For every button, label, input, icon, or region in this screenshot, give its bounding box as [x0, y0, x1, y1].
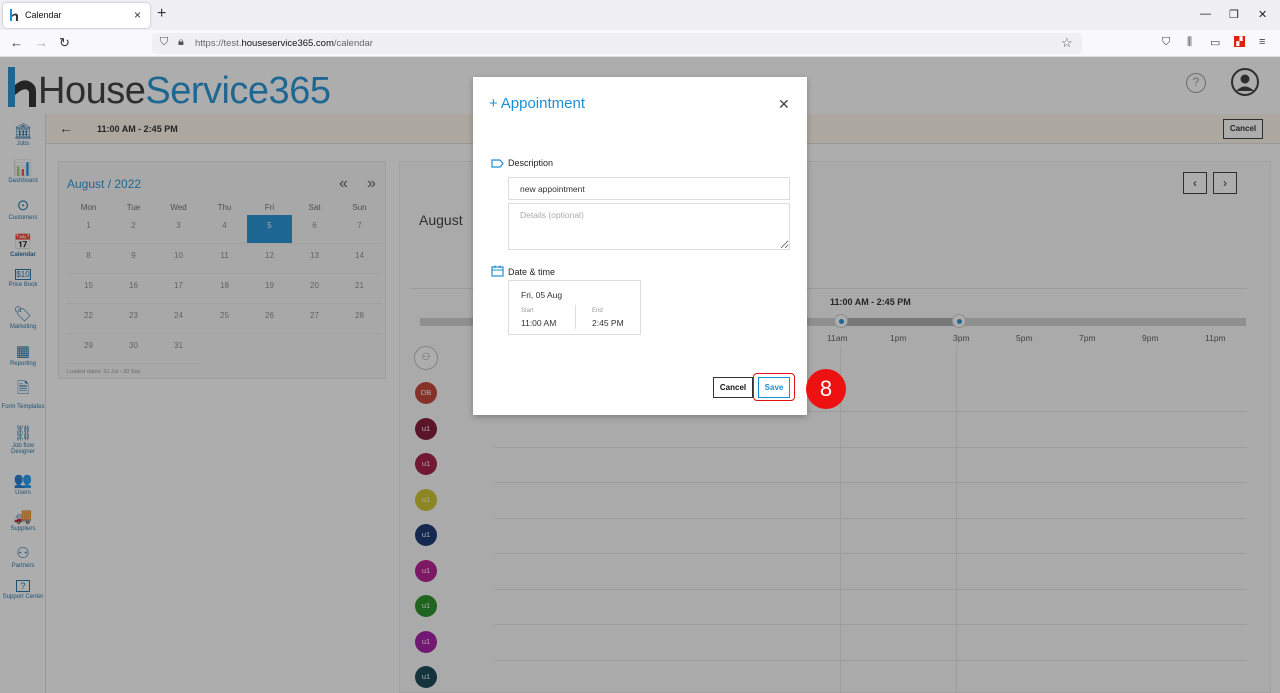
- plus-icon: +: [489, 95, 498, 112]
- description-input[interactable]: [508, 177, 790, 200]
- url-bar[interactable]: ⛉ 🔒︎ https://test.houseservice365.com/ca…: [152, 33, 1082, 54]
- browser-tab[interactable]: Calendar ×: [3, 3, 150, 28]
- minimize-icon[interactable]: —: [1200, 8, 1211, 20]
- tag-icon: [491, 159, 504, 168]
- datetime-label: Date & time: [508, 267, 556, 277]
- appointment-dialog: +Appointment ✕ Description Date & time F…: [473, 77, 807, 415]
- details-textarea[interactable]: [508, 203, 790, 250]
- datetime-picker[interactable]: Fri, 05 Aug Start 11:00 AM End 2:45 PM: [508, 280, 641, 335]
- sidebar-toggle-icon[interactable]: ▭: [1210, 36, 1220, 49]
- back-arrow-icon[interactable]: ←: [10, 36, 23, 50]
- tab-title: Calendar: [25, 10, 62, 20]
- cancel-button[interactable]: Cancel: [713, 377, 753, 398]
- tab-close-icon[interactable]: ×: [134, 8, 141, 22]
- forward-arrow-icon[interactable]: →: [35, 36, 48, 50]
- dialog-title: + Appointment: [489, 95, 585, 112]
- new-tab-button[interactable]: +: [157, 6, 166, 22]
- step-badge: 8: [806, 369, 846, 409]
- browser-nav-bar: ← → ↻ ⛉ 🔒︎ https://test.houseservice365.…: [0, 30, 1280, 57]
- extension-icon[interactable]: ▞: [1234, 36, 1245, 47]
- end-time[interactable]: 2:45 PM: [592, 318, 624, 328]
- pocket-icon[interactable]: ⛉: [1162, 36, 1170, 49]
- browser-tab-bar: Calendar × + — ❐ ✕: [0, 0, 1280, 30]
- lock-icon[interactable]: 🔒︎: [178, 36, 184, 49]
- reload-icon[interactable]: ↻: [59, 36, 70, 50]
- start-time[interactable]: 11:00 AM: [521, 318, 556, 328]
- start-label: Start: [521, 308, 534, 314]
- site-favicon-icon: [10, 9, 18, 21]
- end-label: End: [592, 308, 603, 314]
- shield-icon[interactable]: ⛉: [160, 36, 168, 49]
- close-icon[interactable]: ✕: [778, 96, 790, 113]
- date-value: Fri, 05 Aug: [521, 290, 563, 300]
- time-divider: [575, 305, 576, 329]
- bookmark-star-icon[interactable]: ☆: [1061, 35, 1073, 51]
- library-icon[interactable]: ⫼: [1187, 36, 1192, 49]
- description-label: Description: [508, 158, 554, 168]
- url-text: https://test.houseservice365.com/calenda…: [195, 38, 373, 49]
- window-close-icon[interactable]: ✕: [1258, 8, 1267, 21]
- menu-icon[interactable]: ≡: [1259, 36, 1265, 48]
- restore-icon[interactable]: ❐: [1229, 8, 1239, 21]
- highlight-ring: [753, 373, 795, 401]
- calendar-icon: [491, 265, 504, 277]
